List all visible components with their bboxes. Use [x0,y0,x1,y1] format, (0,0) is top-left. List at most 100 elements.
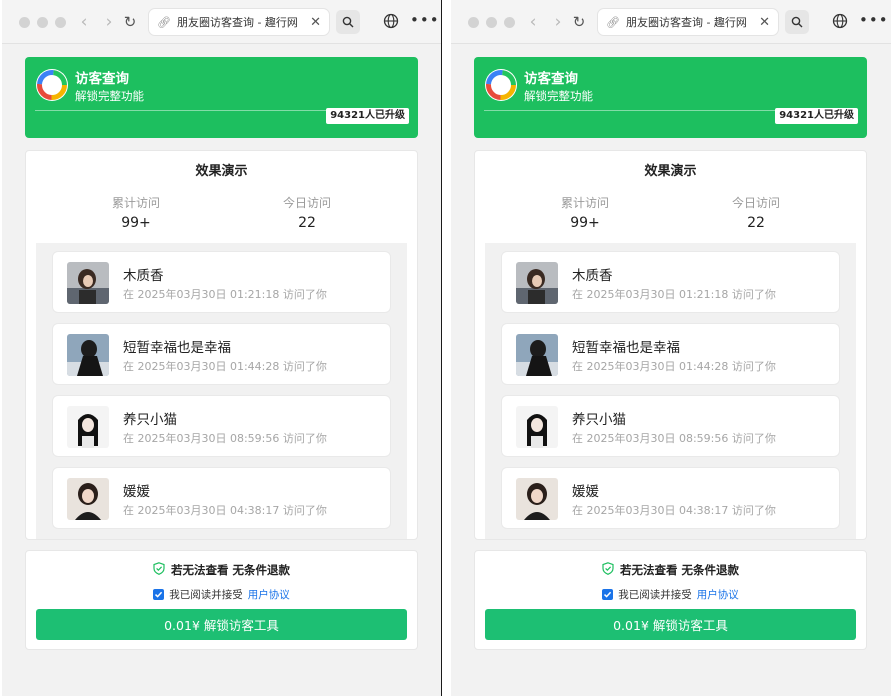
agreement-checkbox[interactable] [602,589,614,600]
visitor-item[interactable]: 养只小猫 在 2025年03月30日 08:59:56 访问了你 [52,395,391,457]
page-content: 访客查询 解锁完整功能 94321人已升级 效果演示 累计访问 99+ 今日访问… [2,44,441,696]
visitor-name: 媛媛 [572,484,599,500]
reload-icon[interactable]: ↻ [121,12,139,32]
visitor-name: 短暂幸福也是幸福 [123,340,231,356]
zoom-window-icon[interactable] [504,17,515,28]
globe-icon[interactable] [383,13,399,29]
refund-guarantee: 若无法查看 无条件退款 [475,562,866,578]
browser-toolbar: ‹ › ↻ 🔗︎ 朋友圈访客查询 - 趣行网 ✕ ••• [451,0,891,44]
minimize-window-icon[interactable] [37,17,48,28]
visitor-name: 木质香 [572,268,613,284]
close-window-icon[interactable] [19,17,30,28]
today-visits-label: 今日访问 [282,196,331,210]
back-arrow-icon[interactable]: ‹ [524,12,542,32]
visit-time: 在 2025年03月30日 08:59:56 访问了你 [123,432,327,445]
refund-guarantee-text: 若无法查看 无条件退款 [170,563,290,577]
hero-banner: 访客查询 解锁完整功能 94321人已升级 [474,57,867,138]
close-window-icon[interactable] [468,17,479,28]
search-icon[interactable] [336,10,360,34]
today-visits-value: 22 [747,215,765,231]
upgrade-count-badge: 94321人已升级 [326,108,409,124]
zoom-window-icon[interactable] [55,17,66,28]
total-visits-stat: 累计访问 99+ [76,194,196,231]
window-controls [468,17,515,28]
browser-tab[interactable]: 🔗︎ 朋友圈访客查询 - 趣行网 ✕ [148,8,330,36]
app-logo-icon [484,68,518,102]
avatar [516,334,558,376]
tab-title: 朋友圈访客查询 - 趣行网 [625,16,747,29]
visitor-item[interactable]: 养只小猫 在 2025年03月30日 08:59:56 访问了你 [501,395,840,457]
back-arrow-icon[interactable]: ‹ [75,12,93,32]
app-logo-icon [35,68,69,102]
page-content: 访客查询 解锁完整功能 94321人已升级 效果演示 累计访问 99+ 今日访问… [451,44,891,696]
agreement-checkbox[interactable] [153,589,165,600]
visit-time: 在 2025年03月30日 08:59:56 访问了你 [572,432,776,445]
visitor-item[interactable]: 媛媛 在 2025年03月30日 04:38:17 访问了你 [52,467,391,529]
visitor-item[interactable]: 木质香 在 2025年03月30日 01:21:18 访问了你 [501,251,840,313]
close-tab-icon[interactable]: ✕ [310,15,321,30]
more-menu-icon[interactable]: ••• [859,11,889,29]
shield-check-icon [602,562,614,578]
total-visits-stat: 累计访问 99+ [525,194,645,231]
forward-arrow-icon[interactable]: › [549,12,567,32]
agreement-text: 我已阅读并接受 [169,589,243,601]
visit-time: 在 2025年03月30日 04:38:17 访问了你 [123,504,327,517]
hero-title: 访客查询 [75,71,129,87]
refund-guarantee: 若无法查看 无条件退款 [26,562,417,578]
link-icon: 🔗︎ [606,15,620,29]
browser-window-right: ‹ › ↻ 🔗︎ 朋友圈访客查询 - 趣行网 ✕ ••• 访客查询 解锁完整功能… [451,0,891,696]
globe-icon[interactable] [832,13,848,29]
visit-time: 在 2025年03月30日 01:21:18 访问了你 [572,288,776,301]
visitor-item[interactable]: 短暂幸福也是幸福 在 2025年03月30日 01:44:28 访问了你 [501,323,840,385]
upgrade-count-badge: 94321人已升级 [775,108,858,124]
purchase-panel: 若无法查看 无条件退款 我已阅读并接受 用户协议 0.01¥ 解锁访客工具 [474,550,867,650]
hero-subtitle: 解锁完整功能 [524,89,593,103]
visitor-item[interactable]: 媛媛 在 2025年03月30日 04:38:17 访问了你 [501,467,840,529]
more-menu-icon[interactable]: ••• [410,11,440,29]
today-visits-stat: 今日访问 22 [696,194,816,231]
avatar [516,406,558,448]
browser-tab[interactable]: 🔗︎ 朋友圈访客查询 - 趣行网 ✕ [597,8,779,36]
visitor-name: 短暂幸福也是幸福 [572,340,680,356]
user-agreement-link[interactable]: 用户协议 [697,587,739,602]
today-visits-value: 22 [298,215,316,231]
visitor-name: 养只小猫 [572,412,626,428]
unlock-button[interactable]: 0.01¥ 解锁访客工具 [36,609,407,640]
visitor-name: 媛媛 [123,484,150,500]
minimize-window-icon[interactable] [486,17,497,28]
demo-card: 效果演示 累计访问 99+ 今日访问 22 木质香 在 2025年03月30日 … [25,150,418,540]
hero-subtitle: 解锁完整功能 [75,89,144,103]
visit-time: 在 2025年03月30日 01:44:28 访问了你 [123,360,327,373]
visitor-list[interactable]: 木质香 在 2025年03月30日 01:21:18 访问了你 短暂幸福也是幸福… [36,243,407,539]
refund-guarantee-text: 若无法查看 无条件退款 [619,563,739,577]
reload-icon[interactable]: ↻ [570,12,588,32]
visitor-name: 木质香 [123,268,164,284]
visit-time: 在 2025年03月30日 01:21:18 访问了你 [123,288,327,301]
visitor-list[interactable]: 木质香 在 2025年03月30日 01:21:18 访问了你 短暂幸福也是幸福… [485,243,856,539]
forward-arrow-icon[interactable]: › [100,12,118,32]
total-visits-label: 累计访问 [560,196,609,210]
agreement-row: 我已阅读并接受 用户协议 [475,587,866,602]
shield-check-icon [153,562,165,578]
avatar [516,478,558,520]
visit-time: 在 2025年03月30日 01:44:28 访问了你 [572,360,776,373]
agreement-text: 我已阅读并接受 [618,589,692,601]
avatar [67,406,109,448]
visitor-item[interactable]: 短暂幸福也是幸福 在 2025年03月30日 01:44:28 访问了你 [52,323,391,385]
avatar [67,478,109,520]
agreement-row: 我已阅读并接受 用户协议 [26,587,417,602]
demo-card: 效果演示 累计访问 99+ 今日访问 22 木质香 在 2025年03月30日 … [474,150,867,540]
demo-title: 效果演示 [644,164,697,179]
close-tab-icon[interactable]: ✕ [759,15,770,30]
visit-time: 在 2025年03月30日 04:38:17 访问了你 [572,504,776,517]
avatar [67,334,109,376]
user-agreement-link[interactable]: 用户协议 [248,587,290,602]
today-visits-stat: 今日访问 22 [247,194,367,231]
avatar [67,262,109,304]
purchase-panel: 若无法查看 无条件退款 我已阅读并接受 用户协议 0.01¥ 解锁访客工具 [25,550,418,650]
unlock-button[interactable]: 0.01¥ 解锁访客工具 [485,609,856,640]
window-controls [19,17,66,28]
visitor-item[interactable]: 木质香 在 2025年03月30日 01:21:18 访问了你 [52,251,391,313]
search-icon[interactable] [785,10,809,34]
total-visits-value: 99+ [121,215,151,231]
